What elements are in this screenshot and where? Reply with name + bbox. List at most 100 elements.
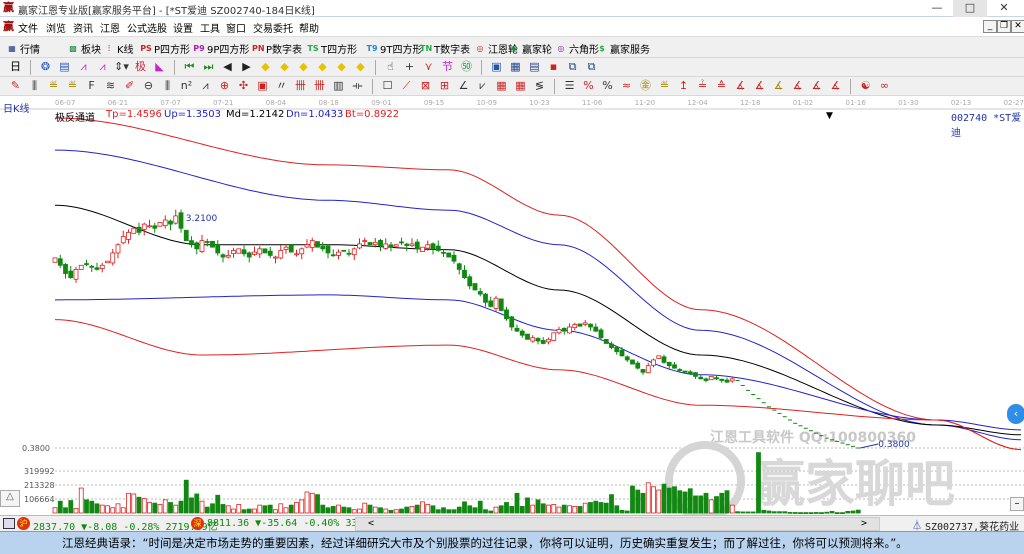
fib-icon[interactable]: F bbox=[84, 79, 99, 93]
toolbar-9t-square-button[interactable]: T9 9T四方形 bbox=[366, 41, 422, 56]
circle-icon[interactable]: ⊖ bbox=[141, 79, 156, 93]
percent-red-icon[interactable]: % bbox=[581, 79, 596, 93]
percent-line-icon[interactable]: ≈ bbox=[619, 79, 634, 93]
menu-6[interactable]: 工具 bbox=[200, 20, 220, 35]
mdi-restore-button[interactable]: ❐ bbox=[997, 20, 1011, 33]
toolbar-t-number-button[interactable]: TN T数字表 bbox=[420, 41, 470, 56]
number-icon[interactable]: ㊿ bbox=[459, 60, 474, 74]
angle-a-icon[interactable]: ∡ bbox=[733, 79, 748, 93]
network-icon[interactable]: ⧉ bbox=[565, 60, 580, 74]
volume-toggle-button[interactable]: – bbox=[1010, 497, 1024, 511]
n2-icon[interactable]: n² bbox=[179, 79, 194, 93]
time-a-icon[interactable]: ≟ bbox=[695, 79, 710, 93]
prev-icon[interactable]: ◀ bbox=[220, 60, 235, 74]
parallel-icon[interactable]: ⫼ bbox=[160, 79, 175, 93]
kline-chart[interactable]: 06-07 06-21 07-07 07-21 08-04 08-18 09-01 09-15… bbox=[0, 96, 1024, 521]
section-icon[interactable]: 节 bbox=[440, 60, 455, 74]
save-icon[interactable]: ▪ bbox=[546, 60, 561, 74]
sz-index-quote[interactable]: 8811.36 ▼-35.64 -0.40% 3374.31 bbox=[207, 518, 355, 529]
menu-7[interactable]: 窗口 bbox=[226, 20, 246, 35]
calculator-icon[interactable] bbox=[3, 518, 15, 529]
app-menu-icon[interactable]: 赢 bbox=[3, 21, 16, 33]
cross-icon[interactable]: ✣ bbox=[236, 79, 251, 93]
toolbar-hexagon-button[interactable]: ◎ 六角形 bbox=[555, 41, 600, 56]
close-button[interactable]: ✕ bbox=[987, 0, 1021, 17]
lines-icon[interactable]: ⫼ bbox=[27, 79, 42, 93]
chart-type-icon[interactable]: ❂ bbox=[38, 60, 53, 74]
brush-icon[interactable]: ✐ bbox=[122, 79, 137, 93]
toolbar-p-square-button[interactable]: PS P四方形 bbox=[140, 41, 190, 56]
yin-yang-icon[interactable]: ☯ bbox=[858, 79, 873, 93]
gann-grid-icon[interactable]: ⊞ bbox=[437, 79, 452, 93]
mdi-minimize-button[interactable]: _ bbox=[983, 20, 997, 33]
indicator-b-icon[interactable]: ⩘ bbox=[95, 60, 110, 74]
bars-icon[interactable]: ☰ bbox=[562, 79, 577, 93]
menu-8[interactable]: 交易委托 bbox=[253, 20, 293, 35]
red-box-icon[interactable]: 卌 bbox=[312, 79, 327, 93]
candle-icon[interactable]: ⇕▾ bbox=[114, 60, 129, 74]
scroll-left-button[interactable]: < bbox=[368, 518, 374, 529]
collapse-button[interactable]: △ bbox=[0, 490, 20, 507]
angle-e-icon[interactable]: ∡ bbox=[809, 79, 824, 93]
ray-icon[interactable]: ⟋ bbox=[399, 79, 414, 93]
expand-panel-button[interactable]: ‹ bbox=[1007, 404, 1024, 424]
gold-lines-icon[interactable]: ≝ bbox=[657, 79, 672, 93]
first-icon[interactable]: ⏮ bbox=[182, 60, 197, 74]
toolbar-9p-square-button[interactable]: P9 9P四方形 bbox=[193, 41, 249, 56]
indicator-a-icon[interactable]: ⩘ bbox=[76, 60, 91, 74]
wave-icon[interactable]: ≋ bbox=[103, 79, 118, 93]
mdi-close-button[interactable]: ✕ bbox=[1011, 20, 1024, 33]
toolbar-blocks-button[interactable]: ▩ 板块 bbox=[67, 41, 101, 56]
square-grid-icon[interactable]: ▦ bbox=[494, 79, 509, 93]
angle-d-icon[interactable]: ∡ bbox=[790, 79, 805, 93]
gold-a-icon[interactable]: ≝ bbox=[46, 79, 61, 93]
extreme-icon[interactable]: 极 bbox=[133, 60, 148, 74]
pointer-icon[interactable]: ↥ bbox=[676, 79, 691, 93]
menu-1[interactable]: 浏览 bbox=[46, 20, 66, 35]
minimize-button[interactable]: — bbox=[920, 0, 954, 17]
v-icon[interactable]: ⩗ bbox=[475, 79, 490, 93]
period-day-icon[interactable]: 日▾ bbox=[8, 60, 23, 87]
toolbar-t-square-button[interactable]: TS T四方形 bbox=[307, 41, 357, 56]
gold-circle-icon[interactable]: ㊎ bbox=[638, 79, 653, 93]
angle-b-icon[interactable]: ∡ bbox=[752, 79, 767, 93]
square-grid-b-icon[interactable]: ▦ bbox=[513, 79, 528, 93]
scroll-right-button[interactable]: > bbox=[861, 518, 867, 529]
menu-4[interactable]: 公式选股 bbox=[127, 20, 167, 35]
zoom-right-icon[interactable]: ◆ bbox=[315, 60, 330, 74]
notes-icon[interactable]: ▤ bbox=[527, 60, 542, 74]
zoom-out-icon[interactable]: ◆ bbox=[353, 60, 368, 74]
gold-b2-icon[interactable]: ≙ bbox=[714, 79, 729, 93]
menu-9[interactable]: 帮助 bbox=[299, 20, 319, 35]
zoom-in-icon[interactable]: ◆ bbox=[334, 60, 349, 74]
flag-icon[interactable]: ◣ bbox=[152, 60, 167, 74]
last-icon[interactable]: ⏭ bbox=[201, 60, 216, 74]
fan-lines-icon[interactable]: ≶ bbox=[532, 79, 547, 93]
quote-icon[interactable]: 〃 bbox=[274, 79, 289, 93]
angle-c-icon[interactable]: ∡ bbox=[771, 79, 786, 93]
toolbar-winner-wheel-button[interactable]: ◉ 赢家轮 bbox=[508, 41, 553, 56]
grid-lines-icon[interactable]: ▥ bbox=[331, 79, 346, 93]
target-icon[interactable]: ⊕ bbox=[217, 79, 232, 93]
calendar-icon[interactable]: ▣ bbox=[489, 60, 504, 74]
span-icon[interactable]: ⟛ bbox=[350, 79, 365, 93]
menu-5[interactable]: 设置 bbox=[173, 20, 193, 35]
red-lines-icon[interactable]: 卌 bbox=[293, 79, 308, 93]
hand-icon[interactable]: ☝ bbox=[383, 60, 398, 74]
angle-icon[interactable]: ∠ bbox=[456, 79, 471, 93]
fan-icon[interactable]: ⩘ bbox=[198, 79, 213, 93]
toolbar-kline-button[interactable]: ⫶ K线 bbox=[103, 41, 134, 56]
document-icon[interactable]: ▤ bbox=[57, 60, 72, 74]
percent-icon[interactable]: % bbox=[600, 79, 615, 93]
infinity-icon[interactable]: ∞ bbox=[877, 79, 892, 93]
dropdown-arrow-icon[interactable]: ▼ bbox=[826, 111, 833, 121]
toolbar-grid-button[interactable]: ▦ 行情 bbox=[6, 41, 40, 56]
toolbar-dollar-button[interactable]: $ 赢家服务 bbox=[596, 41, 650, 56]
angle-f-icon[interactable]: ∡ bbox=[828, 79, 843, 93]
export-icon[interactable]: ⧉ bbox=[584, 60, 599, 74]
menu-3[interactable]: 江恩 bbox=[100, 20, 120, 35]
pen-icon[interactable]: ✎ bbox=[8, 79, 23, 93]
line-tool-icon[interactable]: ⋎ bbox=[421, 60, 436, 74]
gold-b-icon[interactable]: ≝ bbox=[65, 79, 80, 93]
horizontal-scrollbar[interactable]: < > bbox=[355, 517, 880, 531]
